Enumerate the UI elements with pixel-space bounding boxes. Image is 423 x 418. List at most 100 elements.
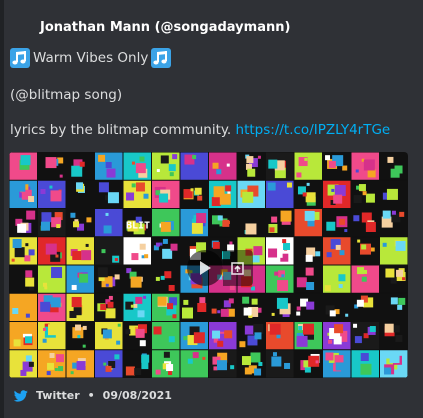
mosaic-tile xyxy=(152,322,180,350)
mosaic-pixel xyxy=(353,215,360,222)
mosaic-pixel xyxy=(217,215,223,221)
mosaic-pixel xyxy=(155,369,161,375)
mosaic-pixel xyxy=(280,210,292,222)
mosaic-pixel xyxy=(194,187,202,195)
mosaic-pixel xyxy=(216,169,222,175)
mosaic-pixel xyxy=(344,229,348,233)
mosaic-pixel xyxy=(131,183,136,188)
mosaic-pixel xyxy=(361,244,367,250)
mosaic-pixel xyxy=(242,191,254,203)
mosaic-pixel xyxy=(353,195,362,204)
mosaic-pixel xyxy=(49,185,53,189)
mosaic-pixel xyxy=(247,168,256,177)
mosaic-pixel xyxy=(17,183,26,192)
mosaic-tile xyxy=(209,293,237,321)
mosaic-pixel xyxy=(98,154,106,162)
mosaic-pixel xyxy=(217,340,224,347)
mosaic-pixel xyxy=(361,276,367,282)
mosaic-pixel xyxy=(107,301,114,308)
mosaic-pixel xyxy=(72,251,82,261)
mosaic-pixel xyxy=(251,298,258,305)
mosaic-pixel xyxy=(157,296,167,306)
mosaic-pixel xyxy=(167,303,174,310)
mosaic-pixel xyxy=(81,250,92,261)
mosaic-pixel xyxy=(24,255,31,262)
mosaic-pixel xyxy=(229,241,233,245)
mosaic-pixel xyxy=(117,323,121,327)
mosaic-pixel xyxy=(49,353,55,359)
mosaic-pixel xyxy=(365,193,375,203)
mosaic-pixel xyxy=(356,299,364,307)
mosaic-pixel xyxy=(44,286,48,290)
mosaic-pixel xyxy=(305,254,313,262)
mosaic-pixel xyxy=(42,338,47,343)
mosaic-pixel xyxy=(306,281,315,290)
video-thumbnail[interactable]: BLIT xyxy=(9,152,408,378)
mosaic-pixel xyxy=(135,182,145,192)
mosaic-pixel xyxy=(192,218,197,223)
mosaic-pixel xyxy=(369,326,376,333)
mosaic-pixel xyxy=(162,238,168,244)
open-external-button[interactable] xyxy=(223,250,253,286)
mosaic-pixel xyxy=(315,360,319,364)
mosaic-pixel xyxy=(217,360,228,371)
mosaic-pixel xyxy=(130,304,134,308)
mosaic-pixel xyxy=(271,356,282,367)
mosaic-pixel xyxy=(114,258,118,262)
mosaic-pixel xyxy=(45,157,57,169)
mosaic-pixel xyxy=(334,324,344,334)
mosaic-pixel xyxy=(228,298,234,304)
mosaic-pixel xyxy=(217,310,221,314)
footer-separator: • xyxy=(87,389,95,402)
play-button[interactable] xyxy=(187,250,223,286)
mosaic-pixel xyxy=(47,362,55,370)
mosaic-pixel xyxy=(55,354,64,363)
mosaic-pixel xyxy=(271,312,275,316)
tweet-link[interactable]: https://t.co/IPZLY4rTGe xyxy=(236,122,391,138)
mosaic-pixel xyxy=(398,297,406,305)
mosaic-pixel xyxy=(70,212,76,218)
mosaic-pixel xyxy=(331,188,335,192)
author-name[interactable]: Jonathan Mann (@songadaymann) xyxy=(40,20,290,35)
mosaic-pixel xyxy=(56,224,61,229)
mosaic-pixel xyxy=(276,334,281,339)
description-title-line: Warm Vibes Only xyxy=(10,48,172,68)
mosaic-pixel xyxy=(97,267,108,278)
mosaic-pixel xyxy=(334,185,346,197)
mosaic-pixel xyxy=(305,192,316,203)
mosaic-pixel xyxy=(241,356,251,366)
mosaic-pixel xyxy=(116,212,121,217)
mosaic-pixel xyxy=(355,169,359,173)
mosaic-pixel xyxy=(339,250,345,256)
blit-tile-text: BLIT xyxy=(126,221,150,232)
mosaic-pixel xyxy=(106,168,116,178)
mosaic-pixel xyxy=(272,352,277,357)
mosaic-pixel xyxy=(196,213,207,224)
mosaic-pixel xyxy=(306,301,315,310)
mosaic-pixel xyxy=(41,212,52,223)
mosaic-pixel xyxy=(55,254,59,258)
mosaic-pixel xyxy=(125,366,135,376)
mosaic-pixel xyxy=(302,192,307,197)
musical-note-icon xyxy=(151,48,172,68)
mosaic-pixel xyxy=(170,243,178,251)
mosaic-pixel xyxy=(105,162,112,169)
twitter-bird-icon xyxy=(14,389,28,402)
mosaic-pixel xyxy=(244,367,252,375)
mosaic-pixel xyxy=(335,362,344,371)
mosaic-pixel xyxy=(82,344,86,348)
mosaic-pixel xyxy=(220,308,229,317)
mosaic-pixel xyxy=(395,334,403,342)
mosaic-pixel xyxy=(267,197,272,202)
mosaic-pixel xyxy=(172,154,178,160)
play-icon xyxy=(200,261,211,275)
mosaic-pixel xyxy=(328,160,336,168)
mosaic-pixel xyxy=(168,370,173,375)
mosaic-pixel xyxy=(131,253,139,261)
mosaic-pixel xyxy=(105,283,109,287)
embed-footer: Twitter • 09/08/2021 xyxy=(14,389,172,402)
mosaic-pixel xyxy=(156,169,160,173)
mosaic-pixel xyxy=(114,274,120,280)
mosaic-pixel xyxy=(254,368,262,376)
mosaic-pixel xyxy=(28,361,34,367)
